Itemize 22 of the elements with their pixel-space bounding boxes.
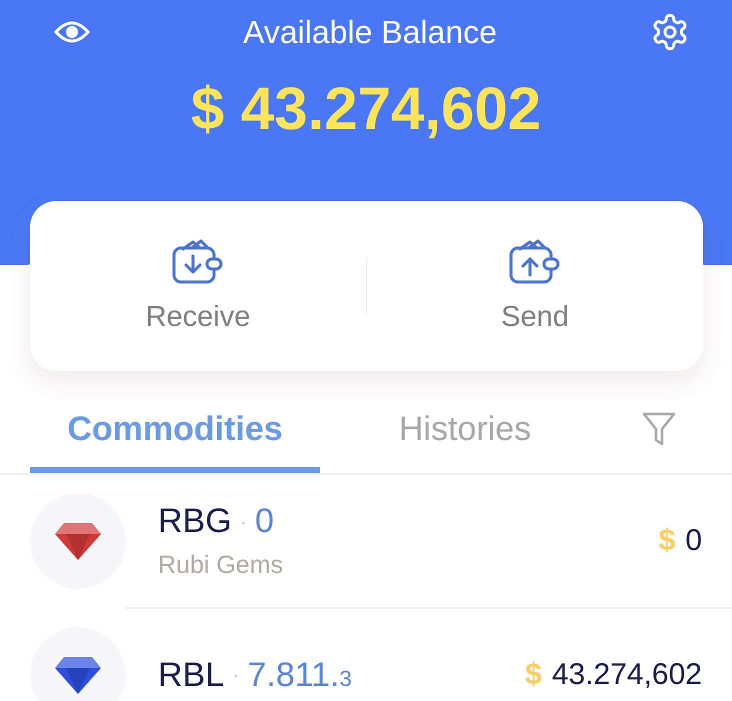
separator-dot: · <box>232 662 240 688</box>
filter-button[interactable] <box>642 411 676 447</box>
asset-value: 43.274,602 <box>552 658 702 692</box>
tab[interactable]: Commodities <box>30 401 320 473</box>
eye-icon[interactable] <box>54 20 90 44</box>
asset-amount: 0 <box>255 502 274 541</box>
asset-name: Rubi Gems <box>158 551 284 580</box>
balance-amount: $ 43.274,602 <box>190 74 542 143</box>
currency-sign: $ <box>658 524 676 558</box>
separator-dot: · <box>240 508 248 534</box>
asset-amount: 7.811. <box>247 656 340 694</box>
receive-button[interactable]: Receive <box>30 201 366 371</box>
asset-code: RBL <box>158 656 224 694</box>
send-button[interactable]: Send <box>367 201 703 371</box>
wallet-down-icon <box>171 238 225 284</box>
currency-sign: $ <box>525 658 542 692</box>
asset-code: RBG <box>158 502 232 541</box>
wallet-up-icon <box>508 238 562 284</box>
tab[interactable]: Histories <box>320 401 610 473</box>
amount-fraction: 3 <box>339 666 352 692</box>
asset-value: 0 <box>685 524 702 558</box>
balance-title: Available Balance <box>243 14 497 50</box>
